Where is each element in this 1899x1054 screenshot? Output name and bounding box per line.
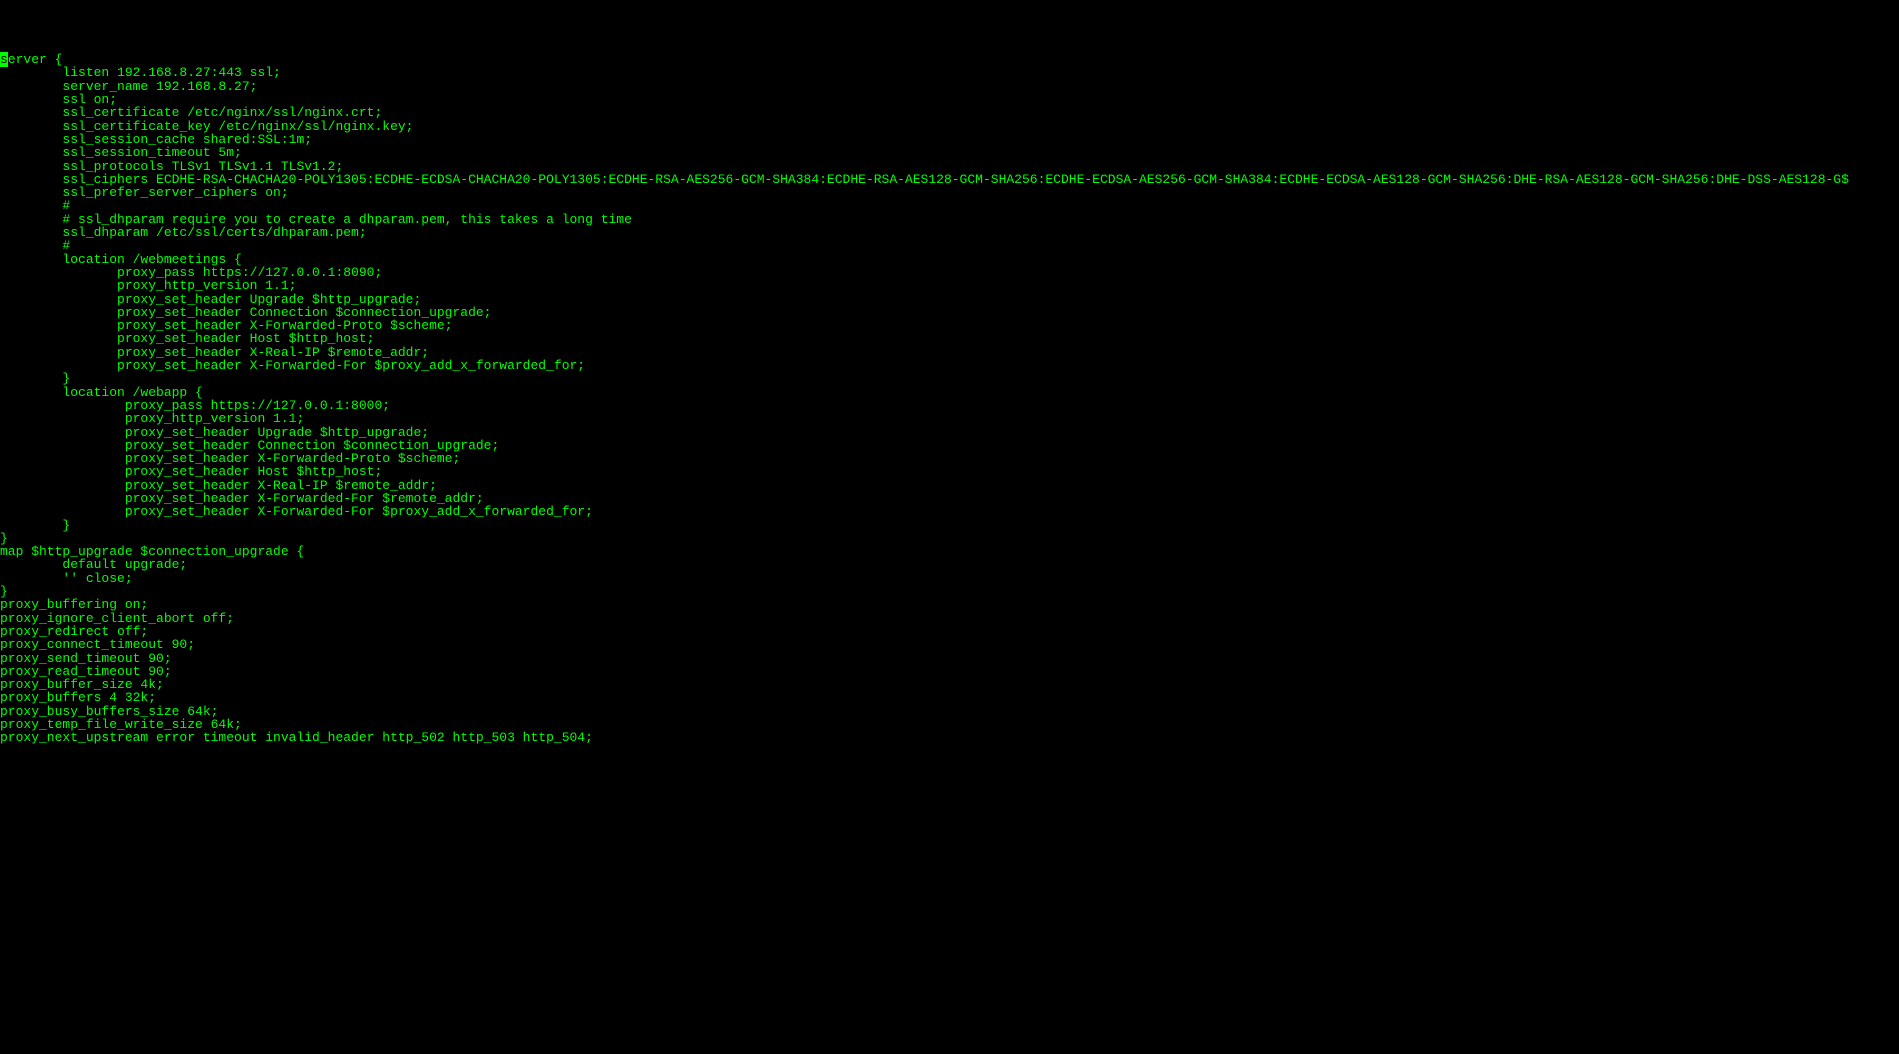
config-line: ssl_dhparam /etc/ssl/certs/dhparam.pem; bbox=[0, 226, 1899, 239]
config-line: proxy_set_header Host $http_host; bbox=[0, 332, 1899, 345]
config-line: proxy_set_header Host $http_host; bbox=[0, 465, 1899, 478]
config-line: proxy_set_header Connection $connection_… bbox=[0, 306, 1899, 319]
config-line: } bbox=[0, 372, 1899, 385]
config-line: default upgrade; bbox=[0, 558, 1899, 571]
config-line: proxy_pass https://127.0.0.1:8090; bbox=[0, 266, 1899, 279]
config-line: ssl_prefer_server_ciphers on; bbox=[0, 186, 1899, 199]
config-line: proxy_set_header X-Forwarded-For $remote… bbox=[0, 492, 1899, 505]
config-line: # ssl_dhparam require you to create a dh… bbox=[0, 213, 1899, 226]
config-line: proxy_redirect off; bbox=[0, 625, 1899, 638]
config-line: proxy_temp_file_write_size 64k; bbox=[0, 718, 1899, 731]
config-line: } bbox=[0, 519, 1899, 532]
config-line: proxy_buffer_size 4k; bbox=[0, 678, 1899, 691]
config-line: location /webapp { bbox=[0, 386, 1899, 399]
config-line: proxy_next_upstream error timeout invali… bbox=[0, 731, 1899, 744]
config-line: proxy_set_header X-Forwarded-For $proxy_… bbox=[0, 359, 1899, 372]
config-line: proxy_buffering on; bbox=[0, 598, 1899, 611]
config-line: proxy_connect_timeout 90; bbox=[0, 638, 1899, 651]
config-line: proxy_http_version 1.1; bbox=[0, 279, 1899, 292]
config-line: proxy_set_header Upgrade $http_upgrade; bbox=[0, 426, 1899, 439]
config-line: proxy_set_header X-Real-IP $remote_addr; bbox=[0, 346, 1899, 359]
config-line: ssl_certificate /etc/nginx/ssl/nginx.crt… bbox=[0, 106, 1899, 119]
config-line: # bbox=[0, 239, 1899, 252]
config-line: # bbox=[0, 199, 1899, 212]
config-line: ssl_certificate_key /etc/nginx/ssl/nginx… bbox=[0, 120, 1899, 133]
config-line: proxy_set_header Connection $connection_… bbox=[0, 439, 1899, 452]
config-line: proxy_set_header Upgrade $http_upgrade; bbox=[0, 293, 1899, 306]
config-line-0: server { bbox=[0, 53, 1899, 66]
config-line: ssl_session_timeout 5m; bbox=[0, 146, 1899, 159]
config-line: proxy_set_header X-Forwarded-Proto $sche… bbox=[0, 319, 1899, 332]
config-line: proxy_set_header X-Real-IP $remote_addr; bbox=[0, 479, 1899, 492]
config-line: proxy_send_timeout 90; bbox=[0, 652, 1899, 665]
config-line: listen 192.168.8.27:443 ssl; bbox=[0, 66, 1899, 79]
config-line: proxy_ignore_client_abort off; bbox=[0, 612, 1899, 625]
config-line: proxy_pass https://127.0.0.1:8000; bbox=[0, 399, 1899, 412]
config-line: ssl on; bbox=[0, 93, 1899, 106]
config-line: location /webmeetings { bbox=[0, 253, 1899, 266]
config-line: map $http_upgrade $connection_upgrade { bbox=[0, 545, 1899, 558]
config-line: } bbox=[0, 532, 1899, 545]
config-line: proxy_set_header X-Forwarded-Proto $sche… bbox=[0, 452, 1899, 465]
config-line: proxy_busy_buffers_size 64k; bbox=[0, 705, 1899, 718]
terminal-editor[interactable]: server { listen 192.168.8.27:443 ssl; se… bbox=[0, 53, 1899, 987]
config-line: ssl_ciphers ECDHE-RSA-CHACHA20-POLY1305:… bbox=[0, 173, 1899, 186]
config-line: proxy_read_timeout 90; bbox=[0, 665, 1899, 678]
config-line: proxy_set_header X-Forwarded-For $proxy_… bbox=[0, 505, 1899, 518]
config-line: ssl_session_cache shared:SSL:1m; bbox=[0, 133, 1899, 146]
config-line: server_name 192.168.8.27; bbox=[0, 80, 1899, 93]
config-line: proxy_buffers 4 32k; bbox=[0, 691, 1899, 704]
config-line: proxy_http_version 1.1; bbox=[0, 412, 1899, 425]
config-line: '' close; bbox=[0, 572, 1899, 585]
config-line: } bbox=[0, 585, 1899, 598]
config-line: ssl_protocols TLSv1 TLSv1.1 TLSv1.2; bbox=[0, 160, 1899, 173]
